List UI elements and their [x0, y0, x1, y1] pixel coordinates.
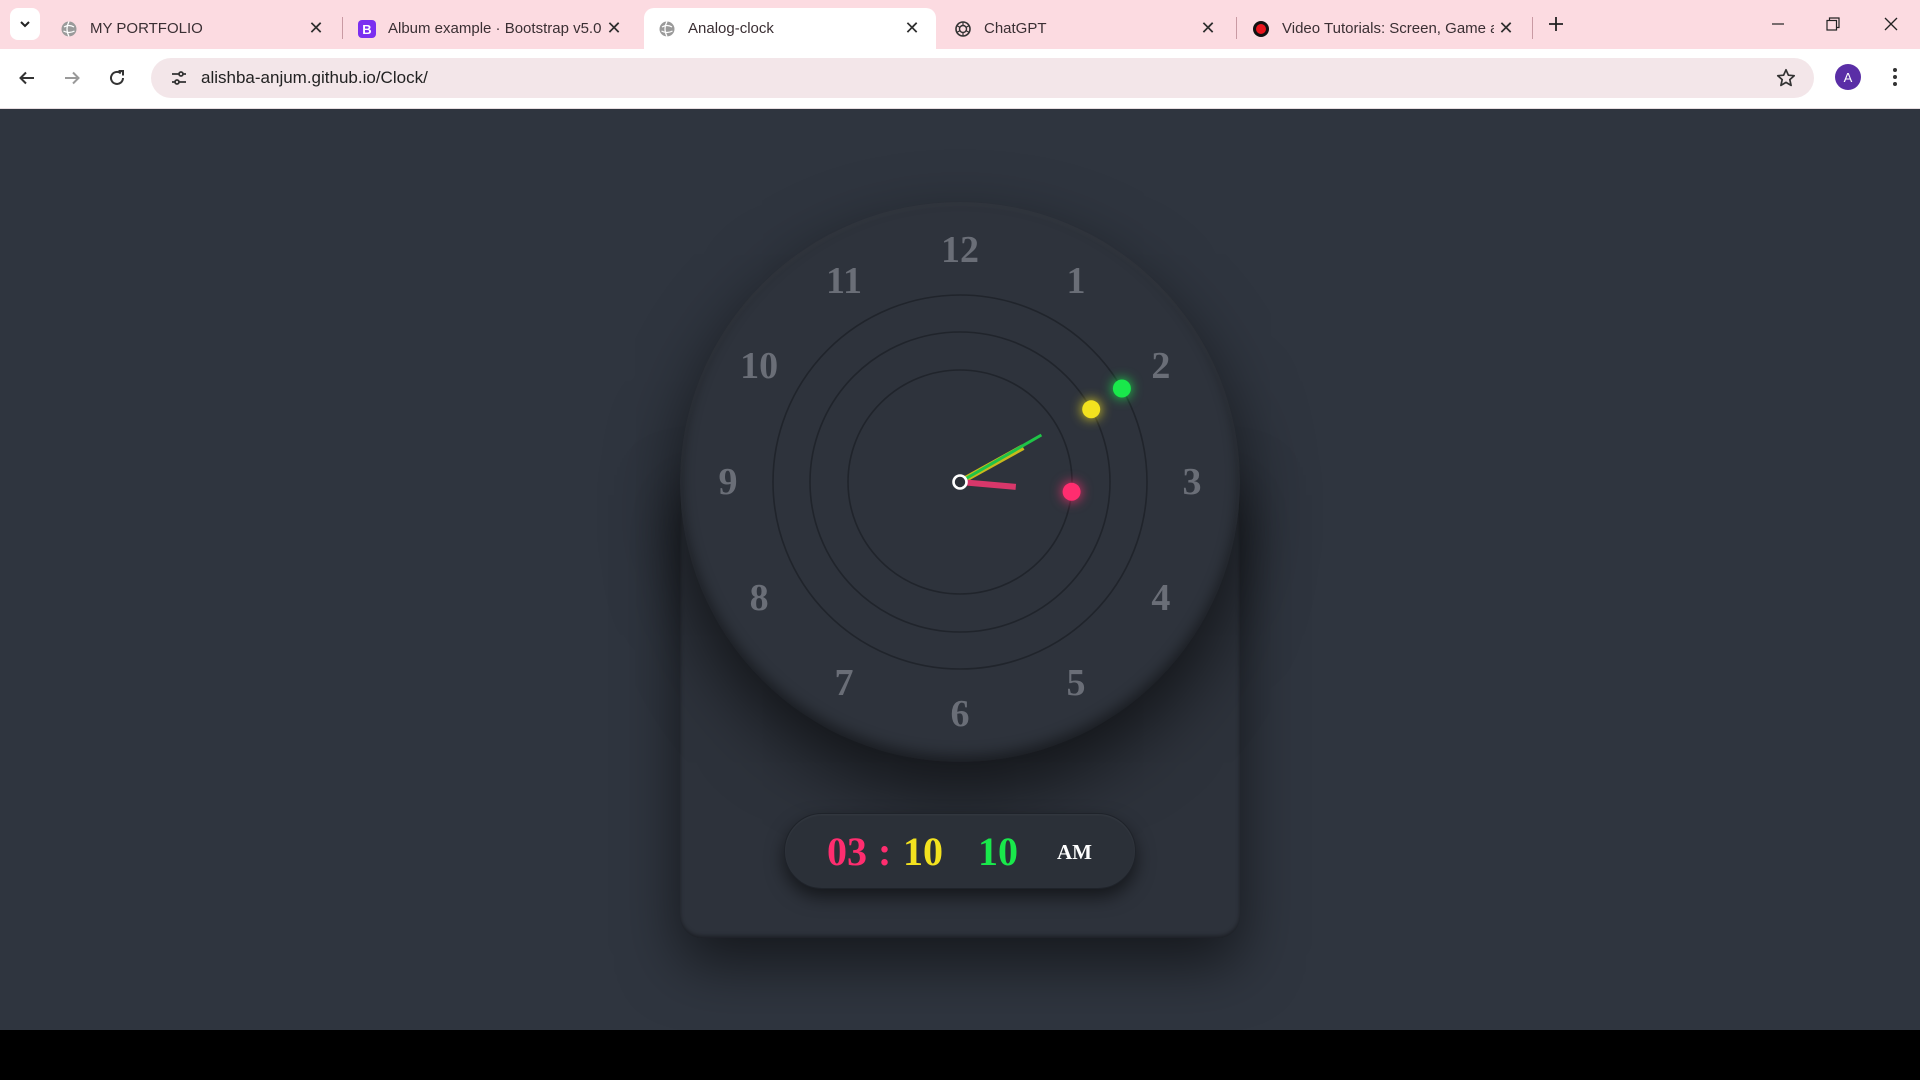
- second-orbit-dot: [1112, 379, 1131, 398]
- tab-chatgpt[interactable]: ChatGPT ✕: [940, 8, 1232, 49]
- minute-orbit-dot: [1082, 400, 1101, 419]
- restore-icon: [1826, 17, 1840, 31]
- clock-numeral-9: 9: [718, 461, 738, 503]
- tab-analog-clock[interactable]: Analog-clock ✕: [644, 8, 936, 49]
- second-hand: [959, 433, 1043, 484]
- arrow-right-icon: [65, 71, 80, 85]
- reload-button[interactable]: [100, 61, 134, 95]
- clock-numeral-3: 3: [1182, 461, 1202, 503]
- digital-time-display: 03 : 10 10 AM: [784, 813, 1136, 889]
- chevron-down-icon: [20, 21, 30, 28]
- tab-strip: MY PORTFOLIO ✕ B Album example · Bootstr…: [0, 0, 1920, 49]
- clock-numeral-5: 5: [1066, 661, 1086, 704]
- new-tab-button[interactable]: [1542, 10, 1570, 38]
- center-pin: [952, 474, 968, 490]
- clock-numeral-11: 11: [826, 260, 862, 303]
- analog-clock-face: 12 1 2 3 4 5 6 7 8 9 10 11: [680, 202, 1240, 762]
- plus-icon: [1549, 17, 1563, 31]
- forward-button[interactable]: [55, 61, 89, 95]
- close-icon[interactable]: ✕: [602, 17, 626, 41]
- close-icon[interactable]: ✕: [1196, 17, 1220, 41]
- close-icon[interactable]: ✕: [1494, 17, 1518, 41]
- digital-second: 10: [978, 829, 1018, 874]
- hour-hand: [959, 479, 1017, 490]
- digital-period: AM: [1057, 840, 1092, 864]
- tab-title: Video Tutorials: Screen, Game a: [1282, 20, 1494, 37]
- clock-numeral-8: 8: [749, 577, 769, 619]
- digital-separator: :: [878, 829, 892, 874]
- tab-separator: [342, 17, 343, 39]
- url-text[interactable]: alishba-anjum.github.io/Clock/: [201, 68, 428, 88]
- digital-minute: 10: [903, 829, 943, 874]
- tab-separator: [1532, 17, 1533, 39]
- hour-orbit-dot: [1062, 482, 1081, 501]
- clock-numeral-12: 12: [941, 229, 979, 271]
- kebab-menu-icon: [1893, 68, 1897, 86]
- tab-my-portfolio[interactable]: MY PORTFOLIO ✕: [46, 8, 340, 49]
- tab-title: MY PORTFOLIO: [90, 20, 203, 37]
- svg-text:B: B: [362, 22, 371, 37]
- arrow-left-icon: [19, 71, 34, 85]
- bootstrap-icon: B: [358, 19, 376, 38]
- tab-search-button[interactable]: [10, 8, 40, 40]
- back-button[interactable]: [10, 61, 44, 95]
- minimize-button[interactable]: [1753, 6, 1803, 42]
- browser-toolbar: alishba-anjum.github.io/Clock/ A: [0, 49, 1920, 109]
- record-icon: [1252, 20, 1270, 38]
- screen-bottom-strip: [0, 1030, 1920, 1080]
- clock-numeral-2: 2: [1151, 345, 1171, 387]
- clock-numeral-7: 7: [834, 661, 854, 704]
- restore-button[interactable]: [1808, 6, 1858, 42]
- browser-menu-button[interactable]: [1880, 62, 1910, 92]
- site-settings-icon[interactable]: [159, 58, 199, 98]
- address-bar[interactable]: alishba-anjum.github.io/Clock/: [151, 58, 1814, 98]
- bookmark-star-icon[interactable]: [1774, 66, 1798, 90]
- reload-icon: [110, 70, 124, 85]
- globe-icon: [658, 20, 676, 38]
- chatgpt-icon: [954, 20, 972, 38]
- tab-video-tutorials[interactable]: Video Tutorials: Screen, Game a ✕: [1238, 8, 1530, 49]
- tab-album-example[interactable]: B Album example · Bootstrap v5.0 ✕: [344, 8, 638, 49]
- close-icon[interactable]: ✕: [304, 17, 328, 41]
- tab-title: Analog-clock: [688, 20, 774, 37]
- profile-avatar[interactable]: A: [1835, 64, 1861, 90]
- minimize-icon: [1772, 23, 1784, 25]
- digital-hour: 03: [827, 829, 867, 874]
- tab-title: ChatGPT: [984, 20, 1047, 37]
- globe-icon: [60, 20, 78, 38]
- clock-numeral-6: 6: [950, 693, 970, 735]
- close-window-button[interactable]: [1866, 6, 1916, 42]
- close-icon: [1884, 17, 1898, 31]
- clock-numeral-1: 1: [1066, 260, 1086, 303]
- close-icon[interactable]: ✕: [900, 17, 924, 41]
- tab-separator: [1236, 17, 1237, 39]
- tab-title: Album example · Bootstrap v5.0: [388, 20, 602, 37]
- clock-numeral-10: 10: [740, 345, 779, 387]
- clock-numeral-4: 4: [1151, 577, 1171, 619]
